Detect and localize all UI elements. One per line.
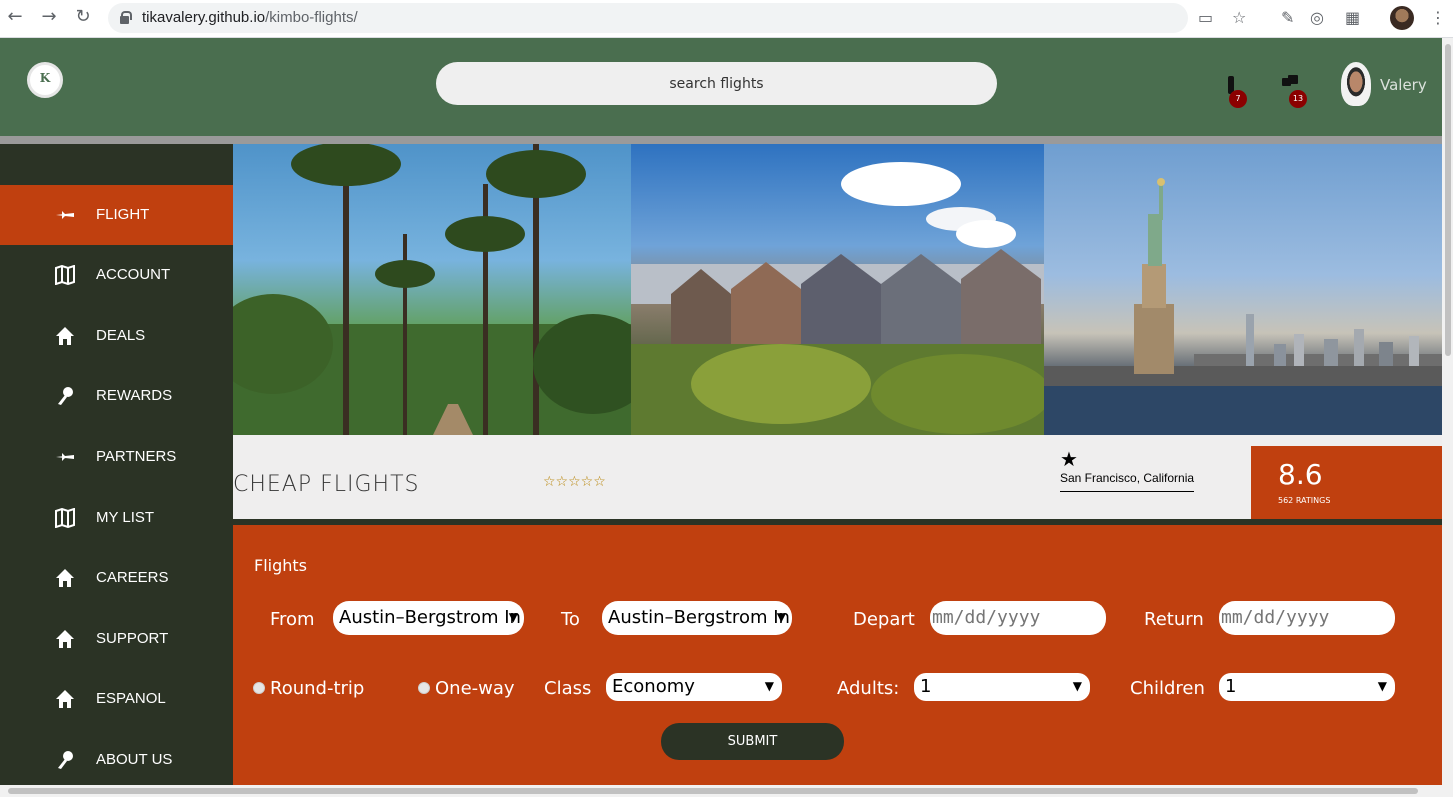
palm-trees-illustration <box>233 144 631 435</box>
painted-ladies-illustration <box>631 162 1044 435</box>
to-select[interactable]: Austin–Bergstrom In ▼ <box>602 601 792 635</box>
sidebar-item-careers[interactable]: CAREERS <box>0 548 233 608</box>
from-select-value: Austin–Bergstrom In <box>339 607 521 628</box>
reload-icon[interactable]: ↻ <box>72 6 94 28</box>
return-label: Return <box>1144 609 1204 630</box>
map-icon <box>55 265 75 285</box>
horizontal-scroll-thumb[interactable] <box>8 788 1418 794</box>
username[interactable]: Valery <box>1380 76 1427 94</box>
info-title: CHEAP FLIGHTS <box>233 472 420 497</box>
plane-icon <box>56 453 74 461</box>
one-way-label[interactable]: One-way <box>435 678 515 699</box>
sidebar-item-label: FLIGHT <box>96 206 150 223</box>
class-label: Class <box>544 678 592 699</box>
form-title: Flights <box>254 556 307 575</box>
sidebar-item-label: ACCOUNT <box>96 266 171 283</box>
children-select-value: 1 <box>1225 676 1237 697</box>
key-icon <box>58 751 73 769</box>
chevron-down-icon: ▼ <box>1072 679 1082 693</box>
depart-date-input[interactable] <box>930 601 1106 635</box>
home-icon <box>56 690 74 708</box>
sidebar-item-partners[interactable]: PARTNERS <box>0 427 233 487</box>
home-icon <box>56 327 74 345</box>
submit-button[interactable]: SUBMIT <box>661 723 844 760</box>
star-icon[interactable]: ☆ <box>1232 8 1246 28</box>
notification-badge: 7 <box>1229 90 1247 108</box>
url-text: tikavalery.github.io/kimbo-flights/ <box>142 9 358 26</box>
header-divider <box>0 136 1442 144</box>
user-avatar[interactable] <box>1341 62 1371 106</box>
children-label: Children <box>1130 678 1205 699</box>
one-way-radio[interactable] <box>418 682 430 694</box>
round-trip-radio[interactable] <box>253 682 265 694</box>
sidebar-item-label: PARTNERS <box>96 448 177 465</box>
chevron-down-icon: ▼ <box>776 610 786 624</box>
sidebar-item-about-us[interactable]: ABOUT US <box>0 730 233 790</box>
extension-icon[interactable]: ◎ <box>1310 8 1324 28</box>
lock-icon <box>120 11 132 24</box>
rating-count: 562 RATINGS <box>1278 496 1331 505</box>
plane-icon <box>56 211 74 219</box>
sidebar-item-label: ABOUT US <box>96 751 173 768</box>
chevron-down-icon: ▼ <box>764 679 774 693</box>
adults-select-value: 1 <box>920 676 932 697</box>
adults-select[interactable]: 1 ▼ <box>914 673 1090 701</box>
return-date-input[interactable] <box>1219 601 1395 635</box>
statue-of-liberty-illustration <box>1044 178 1442 435</box>
message-badge: 13 <box>1289 90 1307 108</box>
depart-label: Depart <box>853 609 915 630</box>
chevron-down-icon: ▼ <box>508 610 518 624</box>
profile-avatar[interactable] <box>1390 6 1414 30</box>
sidebar-item-flight[interactable]: FLIGHT <box>0 185 233 245</box>
eyedropper-icon[interactable]: ✎ <box>1281 8 1294 28</box>
rating-value: 8.6 <box>1278 458 1323 491</box>
cast-icon[interactable]: ▭ <box>1198 8 1213 28</box>
location-text[interactable]: San Francisco, California <box>1060 471 1195 492</box>
chevron-down-icon: ▼ <box>1377 679 1387 693</box>
rating-stars: ☆☆☆☆☆ <box>543 474 606 490</box>
browser-toolbar: ← → ↻ tikavalery.github.io/kimbo-flights… <box>0 0 1453 38</box>
class-select-value: Economy <box>612 676 695 697</box>
sidebar-item-label: MY LIST <box>96 509 155 526</box>
round-trip-label[interactable]: Round-trip <box>270 678 364 699</box>
sidebar-item-label: ESPANOL <box>96 690 166 707</box>
sidebar-item-my-list[interactable]: MY LIST <box>0 488 233 548</box>
hero-image-painted-ladies <box>631 144 1044 435</box>
forward-icon[interactable]: → <box>38 6 60 28</box>
puzzle-icon[interactable]: ▦ <box>1345 8 1360 28</box>
from-select[interactable]: Austin–Bergstrom In ▼ <box>333 601 524 635</box>
rating-box: 8.6 562 RATINGS <box>1251 446 1442 519</box>
sidebar-item-label: SUPPORT <box>96 630 169 647</box>
children-select[interactable]: 1 ▼ <box>1219 673 1395 701</box>
sidebar-item-label: DEALS <box>96 327 146 344</box>
sidebar-item-label: REWARDS <box>96 387 173 404</box>
hero-image-statue-of-liberty <box>1044 144 1442 435</box>
site-logo[interactable] <box>27 62 63 98</box>
sidebar-item-deals[interactable]: DEALS <box>0 306 233 366</box>
sidebar-item-support[interactable]: SUPPORT <box>0 609 233 669</box>
sidebar-item-rewards[interactable]: REWARDS <box>0 366 233 426</box>
search-input[interactable] <box>436 62 997 105</box>
address-bar[interactable]: tikavalery.github.io/kimbo-flights/ <box>108 3 1188 33</box>
more-icon[interactable]: ⋮ <box>1430 8 1446 28</box>
sidebar-item-label: CAREERS <box>96 569 169 586</box>
adults-label: Adults: <box>837 678 900 699</box>
map-icon <box>55 508 75 528</box>
class-select[interactable]: Economy ▼ <box>606 673 782 701</box>
vertical-scroll-thumb[interactable] <box>1445 44 1451 356</box>
back-icon[interactable]: ← <box>4 6 26 28</box>
to-label: To <box>561 609 580 630</box>
from-label: From <box>270 609 315 630</box>
hero-image-palm-trees <box>233 144 631 435</box>
home-icon <box>56 569 74 587</box>
flight-search-form: Flights From Austin–Bergstrom In ▼ To Au… <box>233 525 1442 785</box>
star-icon: ★ <box>1060 447 1078 471</box>
sidebar: FLIGHT ACCOUNT DEALS REWARDS PARTNERS MY… <box>0 144 233 785</box>
sidebar-item-account[interactable]: ACCOUNT <box>0 245 233 305</box>
home-icon <box>56 630 74 648</box>
to-select-value: Austin–Bergstrom In <box>608 607 790 628</box>
key-icon <box>58 387 73 405</box>
sidebar-item-espanol[interactable]: ESPANOL <box>0 669 233 729</box>
